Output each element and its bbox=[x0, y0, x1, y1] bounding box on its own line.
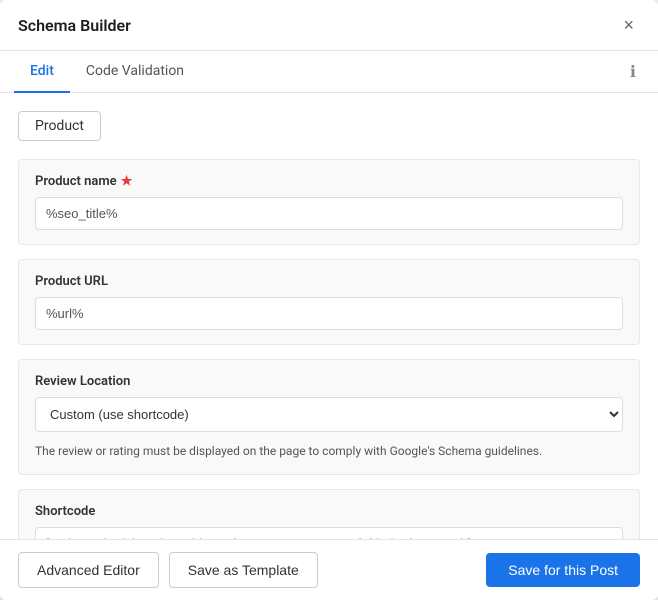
review-location-hint: The review or rating must be displayed o… bbox=[35, 442, 623, 460]
tab-edit[interactable]: Edit bbox=[14, 51, 70, 93]
footer-left-buttons: Advanced Editor Save as Template bbox=[18, 552, 318, 588]
review-location-select[interactable]: Custom (use shortcode) Default Other bbox=[35, 397, 623, 432]
product-url-input[interactable] bbox=[35, 297, 623, 330]
tab-code-validation[interactable]: Code Validation bbox=[70, 51, 200, 93]
info-icon[interactable]: ℹ bbox=[622, 54, 644, 89]
shortcode-label: Shortcode bbox=[35, 504, 623, 519]
shortcode-field-group: Shortcode bbox=[18, 489, 640, 539]
required-indicator: ★ bbox=[121, 174, 133, 189]
modal-footer: Advanced Editor Save as Template Save fo… bbox=[0, 539, 658, 600]
tabs-bar: Edit Code Validation ℹ bbox=[0, 51, 658, 93]
product-url-label: Product URL bbox=[35, 274, 623, 289]
modal-header: Schema Builder × bbox=[0, 0, 658, 51]
modal-body: Product Product name ★ Product URL Revie… bbox=[0, 93, 658, 539]
close-button[interactable]: × bbox=[617, 14, 640, 36]
modal-title: Schema Builder bbox=[18, 16, 131, 35]
save-for-post-button[interactable]: Save for this Post bbox=[486, 553, 640, 587]
product-name-label: Product name ★ bbox=[35, 174, 623, 189]
advanced-editor-button[interactable]: Advanced Editor bbox=[18, 552, 159, 588]
shortcode-input[interactable] bbox=[35, 527, 623, 539]
product-name-field-group: Product name ★ bbox=[18, 159, 640, 245]
review-location-label: Review Location bbox=[35, 374, 623, 389]
schema-type-badge: Product bbox=[18, 111, 101, 141]
schema-builder-modal: Schema Builder × Edit Code Validation ℹ … bbox=[0, 0, 658, 600]
review-location-field-group: Review Location Custom (use shortcode) D… bbox=[18, 359, 640, 475]
product-name-input[interactable] bbox=[35, 197, 623, 230]
save-as-template-button[interactable]: Save as Template bbox=[169, 552, 318, 588]
product-url-field-group: Product URL bbox=[18, 259, 640, 345]
